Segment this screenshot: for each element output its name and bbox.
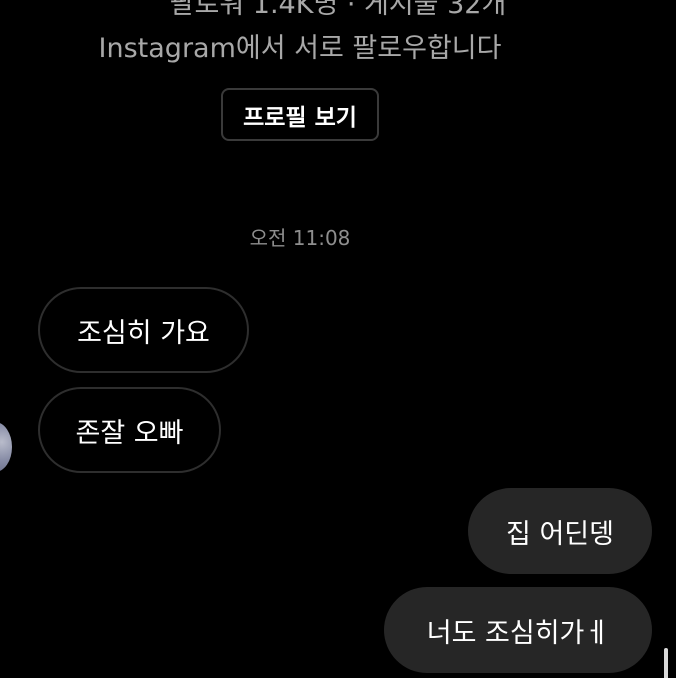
dm-thread-screen: 팔로워 1.4K명 · 게시물 32개 Instagram에서 서로 팔로우합니…: [0, 0, 676, 678]
outgoing-message-bubble[interactable]: 집 어딘뎅: [468, 488, 652, 574]
incoming-message-bubble[interactable]: 조심히 가요: [38, 287, 249, 373]
scrollbar[interactable]: [664, 648, 668, 678]
message-text: 조심히 가요: [77, 317, 210, 349]
profile-stats: 팔로워 1.4K명 · 게시물 32개: [169, 0, 507, 20]
message-text: 너도 조심히가ㅔ: [426, 617, 610, 649]
message-text: 집 어딘뎅: [506, 518, 614, 550]
message-text: 존잘 오빠: [75, 417, 184, 449]
message-timestamp: 오전 11:08: [249, 226, 351, 250]
sender-avatar[interactable]: [0, 422, 12, 472]
incoming-message-bubble[interactable]: 존잘 오빠: [38, 387, 221, 473]
view-profile-button[interactable]: 프로필 보기: [221, 88, 379, 141]
mutual-follow-text: Instagram에서 서로 팔로우합니다: [98, 33, 502, 64]
outgoing-message-bubble[interactable]: 너도 조심히가ㅔ: [384, 587, 652, 673]
